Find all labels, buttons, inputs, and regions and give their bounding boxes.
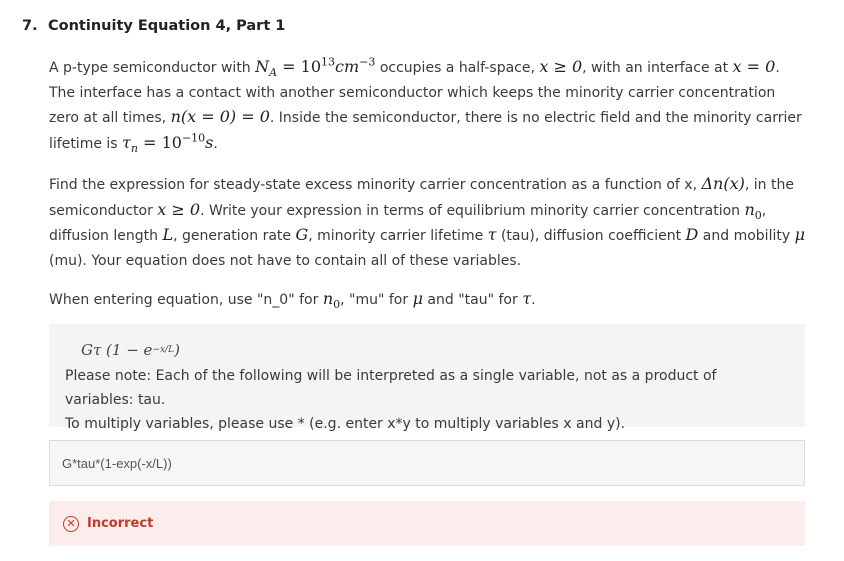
entry-instructions: When entering equation, use "n_0" for n0… bbox=[49, 287, 809, 313]
text: and mobility bbox=[698, 228, 795, 244]
math-G: G bbox=[295, 225, 309, 244]
question-header: 7. Continuity Equation 4, Part 1 bbox=[22, 18, 285, 34]
math-mu: μ bbox=[794, 225, 805, 244]
math-mu: μ bbox=[412, 289, 423, 308]
math-D: D bbox=[685, 225, 699, 244]
text: , "mu" for bbox=[340, 292, 413, 308]
text: , minority carrier lifetime bbox=[308, 228, 488, 244]
answer-input-value[interactable]: G*tau*(1-exp(-x/L)) bbox=[62, 456, 172, 471]
math-boundary-condition: n(x = 0) = 0 bbox=[170, 107, 270, 126]
math-tau: τ bbox=[487, 225, 497, 244]
question-title: Continuity Equation 4, Part 1 bbox=[48, 18, 286, 34]
math-lifetime: τn = 10−10s bbox=[122, 131, 214, 155]
question-number: 7. bbox=[22, 18, 38, 34]
math-half-space: x ≥ 0 bbox=[539, 57, 583, 76]
variable-note-line-2: To multiply variables, please use * (e.g… bbox=[65, 416, 626, 432]
math-tau: τ bbox=[522, 289, 532, 308]
answer-preview-formula: Gτ (1 − e −x/L) bbox=[81, 341, 180, 359]
math-domain: x ≥ 0 bbox=[157, 199, 201, 219]
math-n0: n0 bbox=[322, 289, 341, 312]
text: . Write your expression in terms of equi… bbox=[200, 202, 745, 219]
math-L: L bbox=[162, 225, 174, 244]
text: (tau), diffusion coefficient bbox=[496, 228, 686, 244]
answer-input[interactable]: G*tau*(1-exp(-x/L)) bbox=[49, 440, 805, 486]
math-interface: x = 0 bbox=[732, 57, 776, 76]
answer-preview-box: Gτ (1 − e −x/L) Please note: Each of the … bbox=[49, 324, 805, 432]
text: When entering equation, use "n_0" for bbox=[49, 292, 323, 308]
text: occupies a half-space, bbox=[375, 60, 540, 76]
math-n0: n0 bbox=[744, 199, 762, 222]
result-status-banner: ✕ Incorrect bbox=[49, 501, 805, 546]
text: and "tau" for bbox=[422, 292, 523, 308]
text: Find the expression for steady-state exc… bbox=[49, 177, 702, 193]
text: (mu). Your equation does not have to con… bbox=[49, 252, 522, 269]
variable-note-line-1: Please note: Each of the following will … bbox=[65, 368, 717, 408]
text: A p-type semiconductor with bbox=[49, 60, 256, 76]
text: . bbox=[213, 135, 218, 152]
x-circle-icon: ✕ bbox=[63, 515, 79, 532]
text: , with an interface at bbox=[582, 60, 733, 76]
status-label: Incorrect bbox=[87, 516, 154, 531]
math-na: NA = 1013cm−3 bbox=[255, 55, 376, 80]
problem-paragraph-2: Find the expression for steady-state exc… bbox=[49, 172, 809, 273]
text: . bbox=[531, 292, 536, 308]
problem-paragraph-1: A p-type semiconductor with NA = 1013cm−… bbox=[49, 55, 809, 156]
text: , generation rate bbox=[173, 228, 296, 244]
math-delta-n: Δn(x) bbox=[701, 174, 745, 193]
